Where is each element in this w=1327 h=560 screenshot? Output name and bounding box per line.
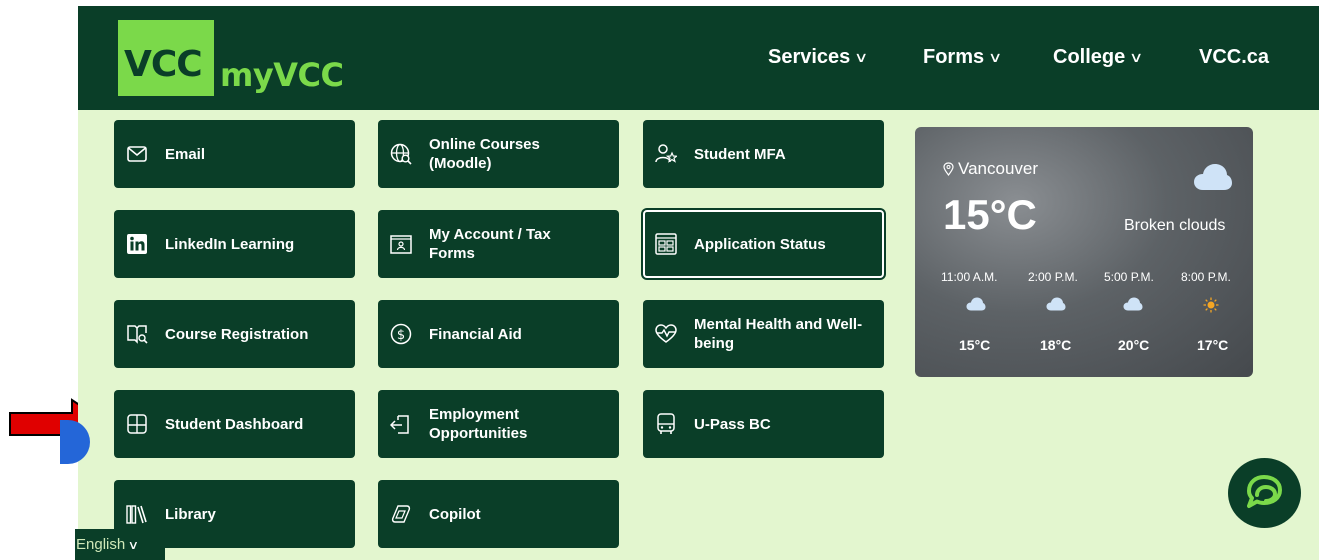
door-exit-icon	[390, 413, 412, 435]
hour-time: 11:00 A.M.	[941, 270, 998, 284]
location-name: Vancouver	[958, 159, 1039, 178]
tile-label: LinkedIn Learning	[165, 235, 295, 253]
cloud-icon	[1046, 297, 1066, 311]
tile-label: Employment Opportunities	[429, 406, 528, 442]
language-selector[interactable]: English ∨	[75, 529, 165, 560]
svg-text:$: $	[397, 328, 405, 343]
application-grid-icon	[655, 233, 677, 255]
chevron-down-icon: ∨	[854, 49, 869, 65]
nav-vcc-ca-label: VCC.ca	[1199, 46, 1270, 68]
nav-vcc-ca[interactable]: VCC.ca	[1199, 46, 1269, 69]
hour-temp: 18°C	[1040, 337, 1072, 353]
nav-services-label: Services	[768, 46, 851, 68]
hour-temp: 15°C	[959, 337, 991, 353]
dollar-circle-icon: $	[390, 323, 412, 345]
cloud-icon	[1194, 164, 1232, 190]
site-header: VCC myVCC Services ∨ Forms ∨ College ∨ V…	[78, 6, 1319, 110]
tile-label: Student Dashboard	[165, 415, 304, 433]
cloud-icon	[1123, 297, 1143, 311]
tile-mental-health[interactable]: Mental Health and Well-being	[643, 300, 884, 368]
account-form-icon	[390, 233, 412, 255]
chevron-down-icon: ∨	[127, 537, 140, 552]
sun-icon	[1203, 297, 1219, 313]
tile-application-status[interactable]: Application Status	[643, 210, 884, 278]
tile-label: Student MFA	[694, 145, 786, 163]
tile-label: Library	[165, 505, 216, 523]
tile-employment-opportunities[interactable]: Employment Opportunities	[378, 390, 619, 458]
tile-course-registration[interactable]: Course Registration	[114, 300, 355, 368]
weather-widget: Vancouver 15°C Broken clouds 11:00 A.M. …	[915, 127, 1253, 377]
tile-student-mfa[interactable]: Student MFA	[643, 120, 884, 188]
chat-button[interactable]	[1228, 458, 1301, 528]
weather-condition: Broken clouds	[1124, 217, 1226, 234]
tile-label: Online Courses (Moodle)	[429, 136, 540, 172]
hour-time: 5:00 P.M.	[1104, 270, 1154, 284]
mail-icon	[126, 143, 148, 165]
tile-linkedin-learning[interactable]: LinkedIn Learning	[114, 210, 355, 278]
hour-temp: 17°C	[1197, 337, 1229, 353]
tile-email[interactable]: Email	[114, 120, 355, 188]
tile-label: Financial Aid	[429, 325, 522, 343]
tile-copilot[interactable]: Copilot	[378, 480, 619, 548]
language-label: English	[76, 536, 126, 553]
tile-label: Course Registration	[165, 325, 309, 343]
myvcc-page: VCC myVCC Services ∨ Forms ∨ College ∨ V…	[78, 6, 1319, 560]
tile-label: Email	[165, 145, 206, 163]
hour-temp: 20°C	[1118, 337, 1150, 353]
tile-label: Copilot	[429, 505, 481, 523]
books-icon	[126, 503, 148, 525]
nav-college-label: College	[1053, 46, 1126, 68]
chat-bubbles-icon	[1247, 475, 1282, 508]
dashboard-icon	[126, 413, 148, 435]
heartbeat-icon	[655, 323, 677, 345]
tile-label: My Account / Tax Forms	[429, 226, 551, 262]
user-star-icon	[655, 143, 677, 165]
logo-mark-text: VCC	[124, 44, 203, 85]
tile-student-dashboard[interactable]: Student Dashboard	[114, 390, 355, 458]
chevron-down-icon: ∨	[988, 49, 1003, 65]
globe-search-icon	[390, 143, 412, 165]
linkedin-icon	[126, 233, 148, 255]
logo-text[interactable]: myVCC	[220, 56, 344, 94]
location-pin-icon	[943, 162, 954, 176]
weather-location: Vancouver	[943, 159, 1038, 179]
book-search-icon	[126, 323, 148, 345]
hour-time: 8:00 P.M.	[1181, 270, 1231, 284]
tile-label: Application Status	[694, 235, 826, 253]
copilot-icon	[390, 503, 412, 525]
chevron-down-icon: ∨	[1129, 49, 1144, 65]
tile-financial-aid[interactable]: $ Financial Aid	[378, 300, 619, 368]
hour-time: 2:00 P.M.	[1028, 270, 1078, 284]
cloud-icon	[966, 297, 986, 311]
bus-icon	[655, 413, 677, 435]
tile-label: U-Pass BC	[694, 415, 771, 433]
tile-my-account-tax-forms[interactable]: My Account / Tax Forms	[378, 210, 619, 278]
nav-services[interactable]: Services ∨	[768, 46, 869, 69]
tile-online-courses[interactable]: Online Courses (Moodle)	[378, 120, 619, 188]
nav-forms[interactable]: Forms ∨	[923, 46, 1003, 69]
tile-u-pass-bc[interactable]: U-Pass BC	[643, 390, 884, 458]
tile-label: Mental Health and Well-being	[694, 316, 863, 352]
current-temperature: 15°C	[943, 191, 1037, 238]
nav-college[interactable]: College ∨	[1053, 46, 1144, 69]
nav-forms-label: Forms	[923, 46, 985, 68]
